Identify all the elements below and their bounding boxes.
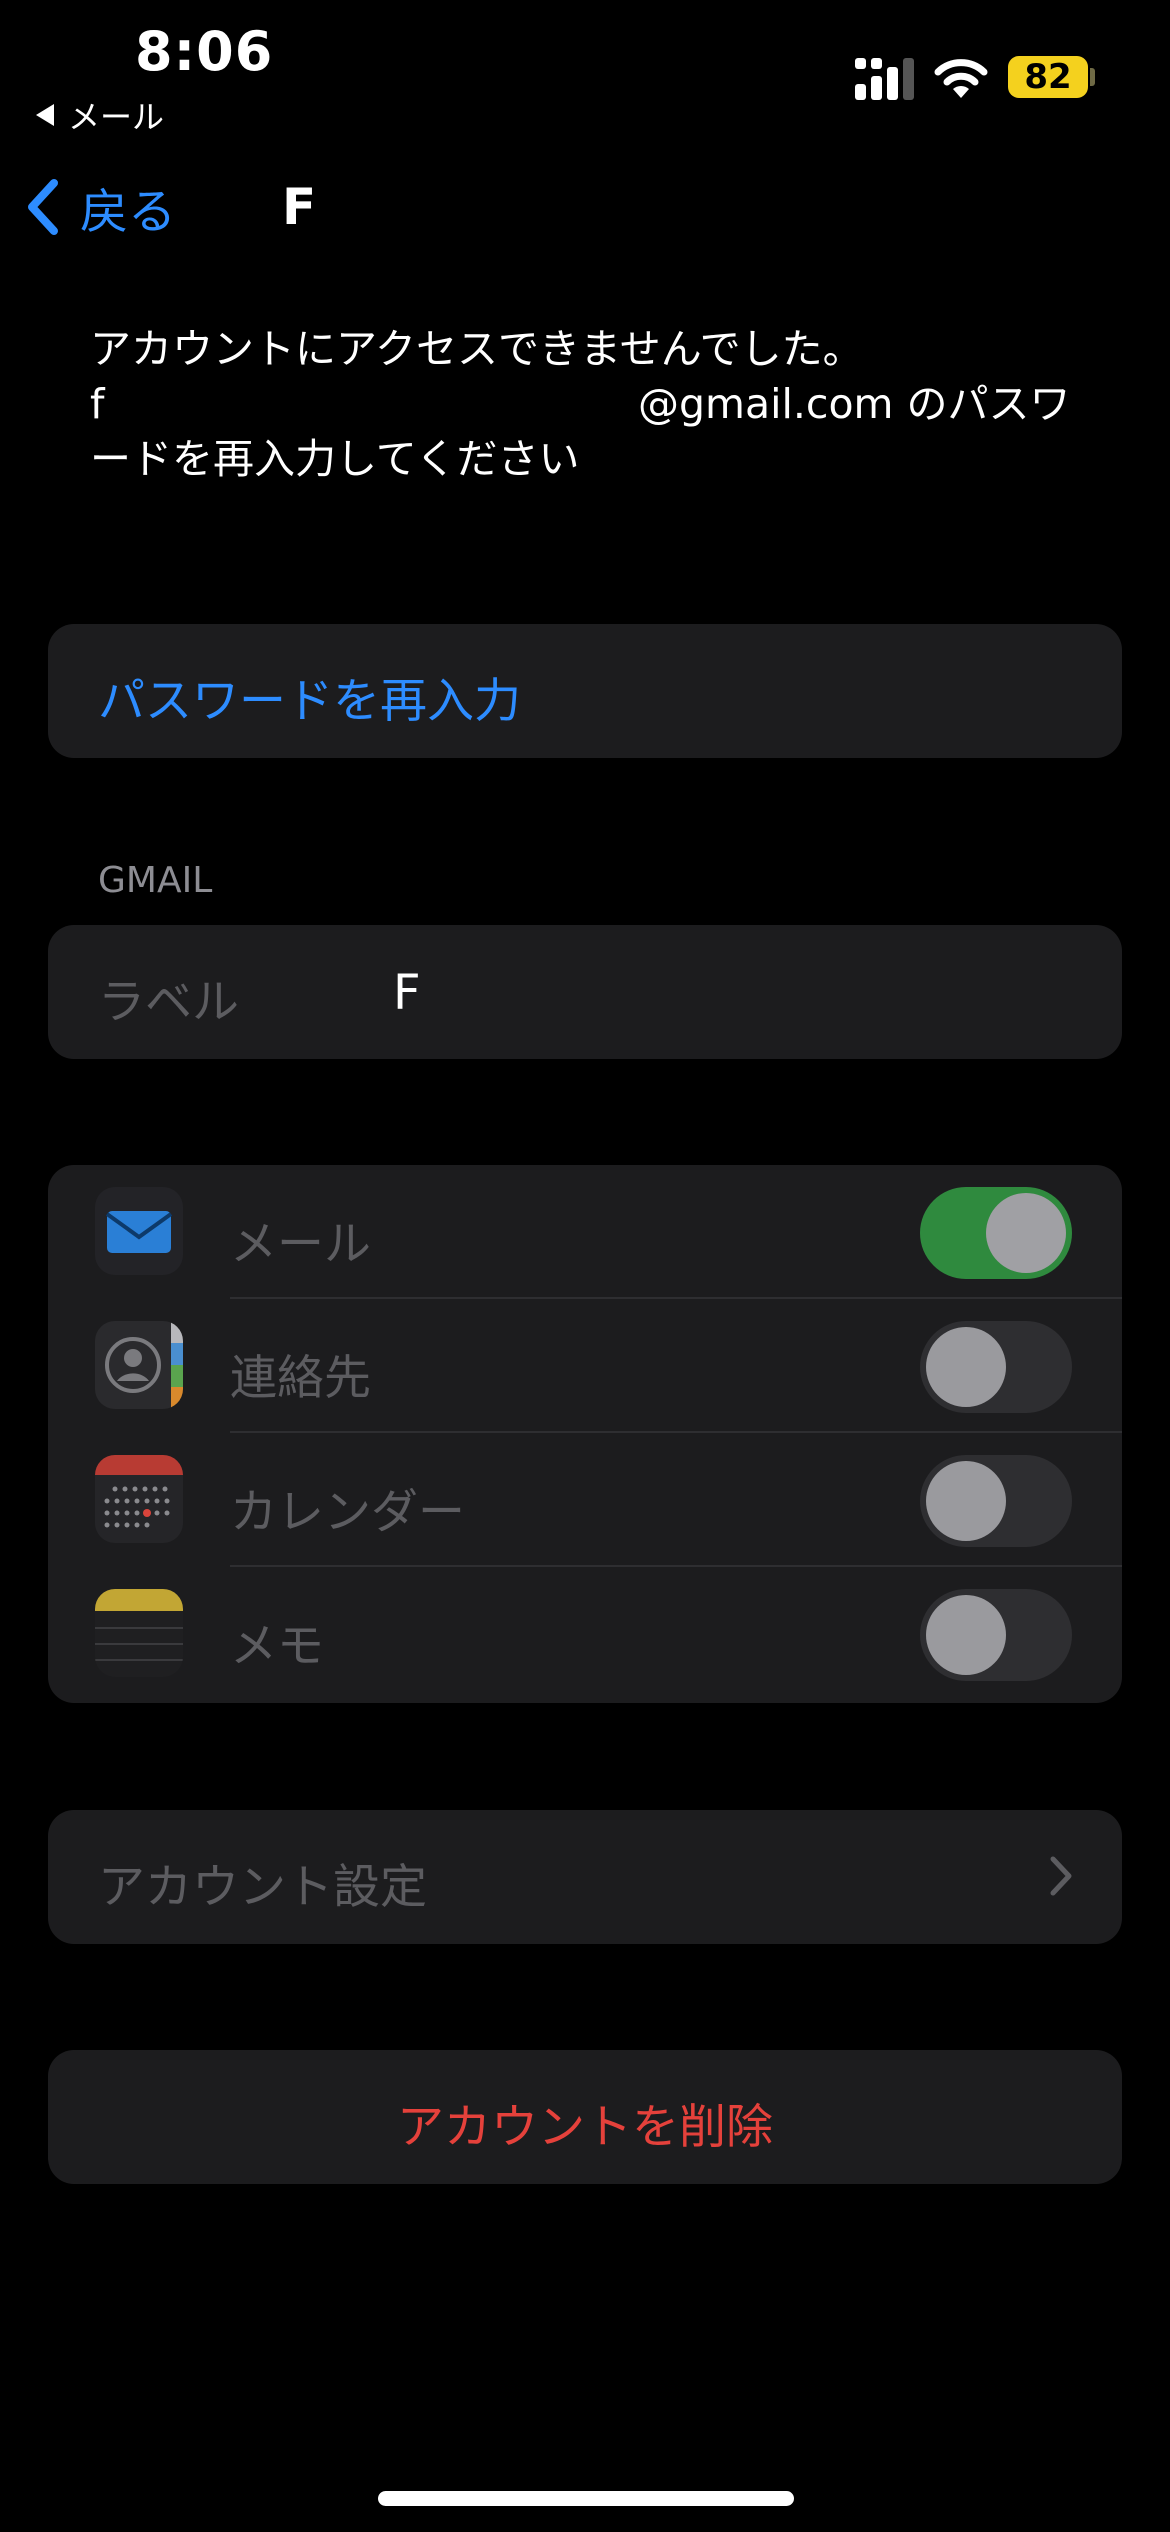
service-label-mail: メール (230, 1217, 371, 1272)
account-settings-row[interactable]: アカウント設定 (48, 1810, 1122, 1944)
notes-toggle[interactable] (920, 1589, 1072, 1681)
delete-account-button[interactable]: アカウントを削除 (48, 2050, 1122, 2184)
error-message-line1: アカウントにアクセスできませんでした。 (90, 325, 864, 373)
reenter-password-button[interactable]: パスワードを再入力 (48, 624, 1122, 758)
service-label-contacts: 連絡先 (230, 1351, 371, 1406)
cellular-signal-icon (855, 58, 914, 100)
reenter-password-label: パスワードを再入力 (98, 674, 521, 729)
status-time: 8:06 (135, 20, 274, 83)
page-title: F (282, 178, 317, 236)
battery-nub (1090, 68, 1095, 86)
calendar-icon (95, 1455, 183, 1543)
service-label-calendar: カレンダー (230, 1485, 465, 1540)
services-list: メール 連絡先 カレンダー メモ (48, 1165, 1122, 1703)
status-back-to-app[interactable]: メール (36, 92, 164, 138)
contacts-icon (95, 1321, 183, 1409)
error-message-line3: ードを再入力してください (90, 435, 580, 483)
status-back-label: メール (68, 98, 165, 136)
notes-icon (95, 1589, 183, 1677)
chevron-left-icon (28, 179, 58, 235)
toggle-knob (926, 1461, 1006, 1541)
mail-icon (95, 1187, 183, 1275)
error-message-line2: f @gmail.com のパスワ (90, 377, 1080, 432)
toggle-knob (926, 1327, 1006, 1407)
email-suffix: @gmail.com のパスワ (638, 380, 1071, 428)
account-settings-label: アカウント設定 (98, 1860, 427, 1915)
back-triangle-icon (36, 104, 54, 126)
contacts-toggle[interactable] (920, 1321, 1072, 1413)
home-indicator[interactable] (378, 2491, 794, 2506)
service-row-contacts: 連絡先 (48, 1299, 1122, 1433)
battery-indicator: 82 (1008, 56, 1088, 98)
label-field-row[interactable]: ラベル F (48, 925, 1122, 1059)
service-row-notes: メモ (48, 1567, 1122, 1701)
service-label-notes: メモ (230, 1619, 324, 1674)
wifi-icon (934, 59, 988, 98)
calendar-toggle[interactable] (920, 1455, 1072, 1547)
toggle-knob (986, 1193, 1066, 1273)
back-button[interactable]: 戻る (24, 172, 176, 242)
service-row-mail: メール (48, 1165, 1122, 1299)
service-row-calendar: カレンダー (48, 1433, 1122, 1567)
chevron-right-icon (1050, 1856, 1072, 1896)
label-field-key: ラベル (98, 975, 239, 1030)
toggle-knob (926, 1595, 1006, 1675)
back-button-label: 戻る (80, 184, 177, 240)
mail-toggle[interactable] (920, 1187, 1072, 1279)
label-field-value[interactable]: F (393, 965, 421, 1021)
gmail-section-header: GMAIL (98, 860, 213, 901)
error-message: アカウントにアクセスできませんでした。 f @gmail.com のパスワ ード… (90, 322, 1080, 487)
email-prefix: f (90, 380, 105, 428)
delete-account-label: アカウントを削除 (397, 2100, 773, 2155)
